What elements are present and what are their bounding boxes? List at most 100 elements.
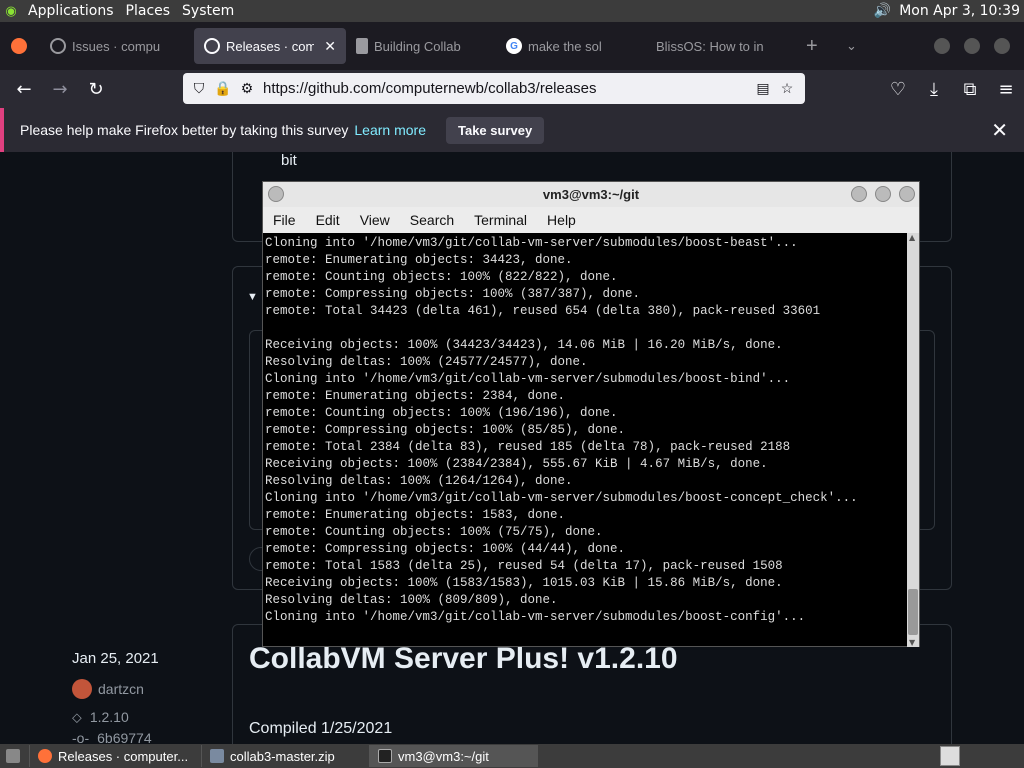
close-icon[interactable]: ✕ — [991, 118, 1008, 143]
terminal-line: Cloning into '/home/vm3/git/collab-vm-se… — [265, 610, 806, 624]
minimize-window-icon[interactable] — [934, 38, 950, 54]
taskbar-label: Releases · computer... — [58, 748, 189, 764]
system-menu[interactable]: System — [176, 3, 240, 19]
firefox-view-button[interactable] — [0, 28, 40, 64]
scroll-up-icon[interactable]: ▲ — [909, 233, 915, 242]
tab-releases[interactable]: Releases · comp ✕ — [194, 28, 346, 64]
menu-terminal[interactable]: Terminal — [464, 212, 537, 228]
terminal-line: Receiving objects: 100% (34423/34423), 1… — [265, 338, 783, 352]
scrollbar-thumb[interactable] — [908, 589, 918, 635]
terminal-title: vm3@vm3:~/git — [542, 187, 640, 202]
menu-icon[interactable]: ≡ — [988, 73, 1024, 105]
reader-view-icon[interactable]: ▤ — [751, 80, 775, 97]
taskbar-label: collab3-master.zip — [230, 748, 335, 764]
gnome-foot-icon[interactable]: ◉ — [0, 0, 22, 22]
tab-building[interactable]: Building Collab — [346, 28, 496, 64]
window-menu-icon[interactable] — [268, 186, 284, 202]
release-author[interactable]: dartzcn — [72, 679, 144, 699]
release-date: Jan 25, 2021 — [72, 650, 159, 667]
take-survey-button[interactable]: Take survey — [445, 116, 545, 144]
terminal-line: Receiving objects: 100% (1583/1583), 101… — [265, 576, 783, 590]
forward-icon[interactable]: → — [42, 73, 78, 105]
menu-view[interactable]: View — [350, 212, 400, 228]
release-title[interactable]: CollabVM Server Plus! v1.2.10 — [249, 642, 678, 676]
survey-notification: Please help make Firefox better by takin… — [0, 108, 1024, 152]
terminal-line: Cloning into '/home/vm3/git/collab-vm-se… — [265, 491, 858, 505]
tab-label: make the sol — [528, 38, 602, 54]
terminal-output[interactable]: Cloning into '/home/vm3/git/collab-vm-se… — [263, 233, 909, 647]
lock-icon[interactable]: 🔒 — [211, 80, 235, 97]
terminal-line: remote: Compressing objects: 100% (387/3… — [265, 287, 641, 301]
tab-list-chevron-icon[interactable]: ⌄ — [836, 28, 866, 64]
terminal-line: remote: Enumerating objects: 1583, done. — [265, 508, 566, 522]
new-tab-icon[interactable]: + — [796, 28, 836, 64]
github-icon — [204, 38, 220, 54]
applications-menu[interactable]: Applications — [22, 3, 120, 19]
tab-google[interactable]: G make the sol — [496, 28, 646, 64]
bookmark-star-icon[interactable]: ☆ — [775, 80, 799, 97]
terminal-line: remote: Counting objects: 100% (822/822)… — [265, 270, 618, 284]
taskbar: Releases · computer... collab3-master.zi… — [0, 744, 1024, 768]
release-body-text: bit — [281, 152, 297, 169]
terminal-line: remote: Total 1583 (delta 25), reused 54… — [265, 559, 783, 573]
menu-search[interactable]: Search — [400, 212, 464, 228]
taskbar-item-firefox[interactable]: Releases · computer... — [30, 745, 202, 767]
terminal-window: vm3@vm3:~/git File Edit View Search Term… — [262, 181, 920, 647]
volume-icon[interactable]: 🔊 — [874, 3, 891, 19]
url-text[interactable]: https://github.com/computernewb/collab3/… — [263, 80, 597, 97]
downloads-icon[interactable]: ⤓ — [916, 73, 952, 105]
terminal-line: remote: Compressing objects: 100% (44/44… — [265, 542, 626, 556]
url-bar[interactable]: ⛉ 🔒 ⚙ https://github.com/computernewb/co… — [183, 73, 805, 104]
terminal-titlebar[interactable]: vm3@vm3:~/git — [263, 182, 919, 207]
extensions-icon[interactable]: ⧉ — [952, 73, 988, 105]
author-name[interactable]: dartzcn — [98, 681, 144, 697]
book-icon — [356, 38, 368, 54]
terminal-line: Resolving deltas: 100% (809/809), done. — [265, 593, 558, 607]
release-tag[interactable]: ⬦ 1.2.10 — [72, 709, 129, 726]
firefox-icon — [11, 38, 27, 54]
avatar — [72, 679, 92, 699]
tab-issues[interactable]: Issues · compu — [40, 28, 194, 64]
places-menu[interactable]: Places — [120, 3, 177, 19]
menu-edit[interactable]: Edit — [306, 212, 350, 228]
terminal-line: remote: Total 34423 (delta 461), reused … — [265, 304, 821, 318]
terminal-scrollbar[interactable]: ▲ ▼ — [907, 233, 919, 647]
tag-name[interactable]: 1.2.10 — [90, 709, 129, 726]
shield-icon[interactable]: ⛉ — [187, 80, 211, 97]
tab-blissos[interactable]: BlissOS: How to in — [646, 28, 796, 64]
menu-help[interactable]: Help — [537, 212, 586, 228]
release-commit[interactable]: -o- 6b69774 — [72, 730, 152, 744]
show-desktop-icon[interactable] — [0, 745, 30, 767]
maximize-window-icon[interactable] — [964, 38, 980, 54]
assets-toggle-icon[interactable]: ▼ — [247, 291, 258, 303]
pocket-icon[interactable]: ♡ — [880, 73, 916, 105]
terminal-menubar: File Edit View Search Terminal Help — [263, 207, 919, 233]
taskbar-item-terminal[interactable]: vm3@vm3:~/git — [370, 745, 538, 767]
close-tab-icon[interactable]: ✕ — [324, 38, 336, 55]
tab-bar: Issues · compu Releases · comp ✕ Buildin… — [0, 22, 1024, 70]
terminal-line: Cloning into '/home/vm3/git/collab-vm-se… — [265, 236, 798, 250]
firefox-icon — [38, 749, 52, 763]
minimize-icon[interactable] — [851, 186, 867, 202]
taskbar-item-archive[interactable]: collab3-master.zip — [202, 745, 370, 767]
reload-icon[interactable]: ↻ — [78, 73, 114, 105]
maximize-icon[interactable] — [875, 186, 891, 202]
tab-label: Building Collab — [374, 38, 461, 54]
learn-more-link[interactable]: Learn more — [354, 122, 426, 138]
permissions-icon[interactable]: ⚙ — [235, 80, 259, 97]
terminal-line: remote: Total 2384 (delta 83), reused 18… — [265, 440, 791, 454]
tab-label: Releases · comp — [226, 38, 315, 54]
github-icon — [50, 38, 66, 54]
clock[interactable]: Mon Apr 3, 10:39 — [899, 3, 1020, 19]
release-description: Compiled 1/25/2021 — [249, 720, 393, 737]
commit-hash[interactable]: 6b69774 — [97, 730, 152, 744]
terminal-icon — [378, 749, 392, 763]
menu-file[interactable]: File — [263, 212, 306, 228]
close-window-icon[interactable] — [994, 38, 1010, 54]
taskbar-label: vm3@vm3:~/git — [398, 748, 489, 764]
back-icon[interactable]: ← — [6, 73, 42, 105]
scroll-down-icon[interactable]: ▼ — [909, 638, 915, 647]
terminal-line: remote: Enumerating objects: 2384, done. — [265, 389, 566, 403]
workspace-switcher[interactable] — [940, 746, 960, 766]
close-icon[interactable] — [899, 186, 915, 202]
